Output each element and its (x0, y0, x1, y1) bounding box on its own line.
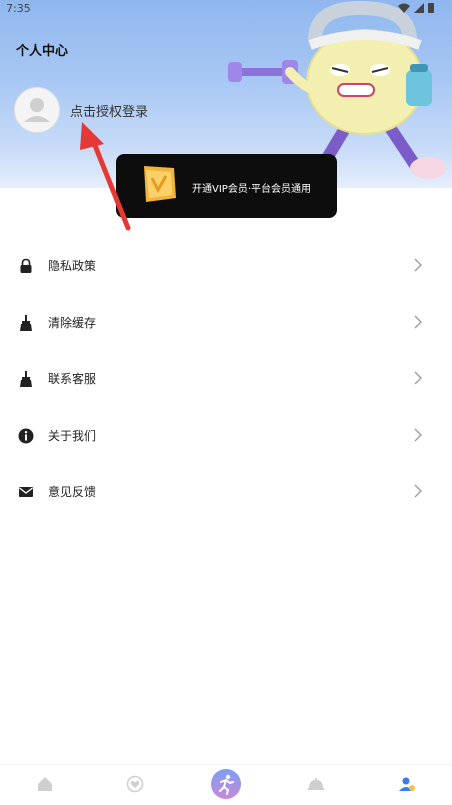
wifi-icon (398, 3, 410, 13)
battery-icon (428, 3, 434, 13)
page-title: 个人中心 (16, 44, 69, 59)
dish-icon[interactable] (307, 775, 325, 793)
chevron-right-icon (414, 371, 422, 385)
home-icon[interactable] (36, 775, 54, 793)
menu-item-label: 关于我们 (48, 428, 97, 443)
menu-item-contact-support[interactable]: 联系客服 (0, 351, 452, 408)
profile-icon[interactable] (398, 775, 416, 793)
chevron-right-icon (414, 428, 422, 441)
avatar[interactable] (14, 87, 60, 133)
chevron-right-icon (414, 258, 422, 272)
signal-icon (414, 2, 424, 13)
vip-banner[interactable]: 开通VIP会员·平台会员通用 (116, 154, 337, 218)
workout-tab[interactable] (211, 769, 241, 799)
menu-item-privacy-policy[interactable]: 隐私政策 (0, 238, 452, 295)
chevron-right-icon (414, 484, 422, 498)
broom-icon (20, 314, 32, 331)
menu-item-label: 隐私政策 (48, 259, 97, 273)
status-bar: 7:35 (0, 0, 452, 18)
status-icons (398, 2, 434, 13)
status-time: 7:35 (6, 2, 31, 15)
vip-badge-icon (144, 166, 176, 202)
lock-icon (20, 258, 32, 273)
info-icon (18, 428, 34, 443)
settings-menu: 隐私政策 清除缓存 联系客服 关于我们 意见反馈 (0, 238, 452, 521)
red-arrow-annotation (80, 122, 131, 231)
running-icon (219, 774, 234, 795)
chevron-right-icon (414, 315, 422, 328)
menu-item-label: 联系客服 (48, 372, 97, 386)
mail-icon (19, 487, 33, 497)
bottom-tab-bar (0, 764, 452, 805)
heart-icon[interactable] (126, 775, 144, 793)
menu-item-clear-cache[interactable]: 清除缓存 (0, 295, 452, 352)
menu-item-label: 清除缓存 (48, 315, 97, 330)
broom-icon (20, 371, 32, 387)
user-silhouette-icon (24, 98, 50, 122)
menu-item-about-us[interactable]: 关于我们 (0, 408, 452, 465)
menu-item-label: 意见反馈 (48, 485, 97, 499)
vip-banner-text: 开通VIP会员·平台会员通用 (192, 184, 311, 195)
menu-item-feedback[interactable]: 意见反馈 (0, 464, 452, 521)
